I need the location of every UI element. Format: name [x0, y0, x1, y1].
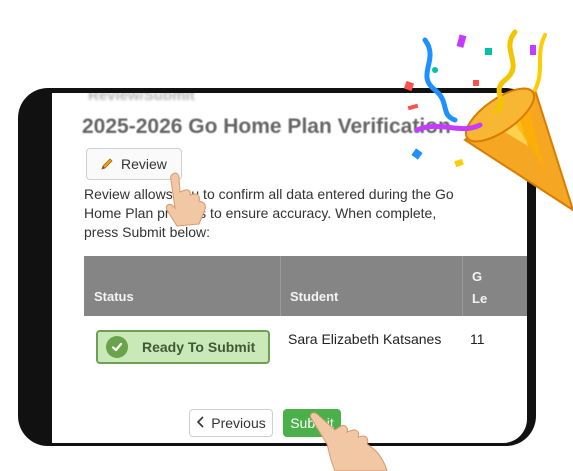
check-circle-icon	[106, 336, 128, 358]
review-button-label: Review	[121, 156, 167, 172]
table-header: Status Student G Le	[84, 256, 527, 316]
student-name-cell: Sara Elizabeth Katsanes	[288, 331, 442, 347]
review-button[interactable]: Review	[86, 148, 182, 180]
grade-header-line1: G	[472, 269, 483, 284]
pencil-icon	[99, 156, 115, 172]
column-header-student: Student	[290, 289, 339, 304]
grade-cell: 11	[470, 331, 485, 347]
ghost-header-label: Review/Submit	[88, 93, 195, 104]
chevron-left-icon	[196, 415, 206, 431]
column-divider	[462, 256, 463, 316]
previous-button-label: Previous	[211, 415, 266, 431]
column-header-status: Status	[94, 289, 134, 304]
column-header-grade: G Le	[472, 266, 487, 310]
grade-header-line2: Le	[472, 291, 488, 306]
column-divider	[280, 256, 281, 316]
previous-button[interactable]: Previous	[189, 409, 273, 437]
status-badge: Ready To Submit	[96, 330, 270, 364]
page-title: 2025-2026 Go Home Plan Verification	[82, 115, 451, 138]
app-screen: Review/Submit 2025-2026 Go Home Plan Ver…	[52, 93, 527, 443]
submit-button[interactable]: Submit	[283, 409, 341, 437]
description-text: Review allows you to confirm all data en…	[84, 186, 454, 240]
ghost-header: Review/Submit	[52, 93, 527, 107]
status-badge-label: Ready To Submit	[142, 339, 256, 355]
